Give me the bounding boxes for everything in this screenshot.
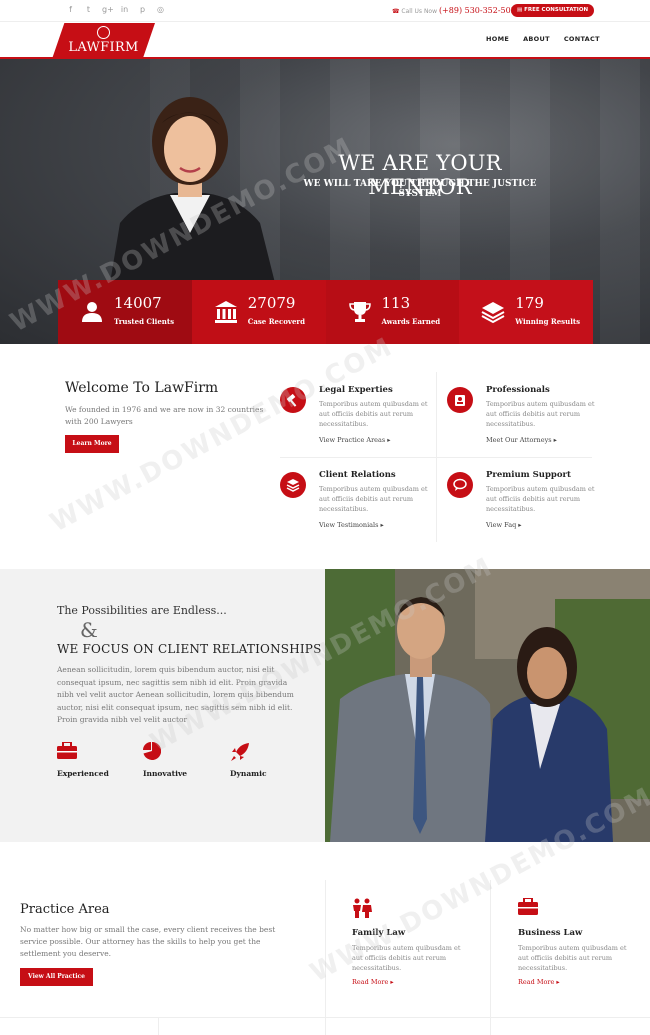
practice-text: No matter how big or small the case, eve… bbox=[20, 925, 276, 958]
pie-chart-icon bbox=[143, 742, 161, 760]
free-consultation-label: FREE CONSULTATION bbox=[524, 7, 589, 13]
lawyer-portrait-image bbox=[110, 97, 275, 283]
stat-label: Winning Results bbox=[515, 317, 581, 326]
section-title: WE FOCUS ON CLIENT RELATIONSHIPS bbox=[57, 642, 322, 656]
practice-area-title: Business Law bbox=[518, 928, 583, 938]
feature-text: Temporibus autem quibusdam et aut offici… bbox=[486, 400, 595, 428]
read-more-link[interactable]: Read More ▸ bbox=[352, 978, 394, 986]
feature-text: Temporibus autem quibusdam et aut offici… bbox=[319, 400, 428, 428]
stat-label: Case Recoverd bbox=[247, 317, 305, 326]
feature-icon-circle bbox=[280, 472, 306, 498]
calendar-icon: ▤ bbox=[517, 7, 523, 13]
call-us: ☎ Call Us Now (+89) 530-352-5027 bbox=[392, 6, 521, 15]
view-faq-link[interactable]: View Faq ▸ bbox=[486, 521, 522, 529]
feature-title: Professionals bbox=[486, 385, 550, 395]
stat-value: 179 bbox=[515, 294, 544, 312]
pillar-label: Experienced bbox=[57, 769, 109, 778]
client-relationships-section: The Possibilities are Endless... & WE FO… bbox=[0, 569, 325, 842]
linkedin-icon[interactable]: in bbox=[120, 5, 129, 14]
practice-area-text: Temporibus autem quibusdam et aut offici… bbox=[352, 944, 461, 972]
gavel-icon bbox=[286, 393, 297, 407]
feature-title: Legal Experties bbox=[319, 385, 393, 395]
view-all-practice-button[interactable]: View All Practice bbox=[20, 968, 93, 986]
stat-value: 14007 bbox=[114, 294, 162, 312]
stat-trusted-clients: 14007 Trusted Clients bbox=[58, 280, 192, 344]
family-icon bbox=[353, 898, 372, 918]
phone-icon: ☎ bbox=[392, 8, 400, 15]
pinterest-icon[interactable]: p bbox=[138, 5, 147, 14]
users-icon bbox=[82, 302, 102, 322]
site-header: LAWFIRM HOME ABOUT CONTACT bbox=[0, 22, 650, 59]
feature-icon-circle bbox=[447, 387, 473, 413]
meet-our-attorneys-link[interactable]: Meet Our Attorneys ▸ bbox=[486, 436, 557, 444]
welcome-text: We founded in 1976 and we are now in 32 … bbox=[65, 405, 264, 426]
dribbble-icon[interactable]: ◎ bbox=[156, 5, 165, 14]
practice-area-title: Family Law bbox=[352, 928, 406, 938]
social-links: f t g+ in p ◎ bbox=[66, 5, 165, 14]
feature-icon-circle bbox=[280, 387, 306, 413]
view-testimonials-link[interactable]: View Testimonials ▸ bbox=[319, 521, 384, 529]
briefcase-icon bbox=[518, 898, 538, 915]
stat-value: 27079 bbox=[247, 294, 296, 312]
feature-text: Temporibus autem quibusdam et aut offici… bbox=[486, 485, 595, 513]
layers-icon bbox=[481, 302, 505, 324]
person-icon bbox=[455, 395, 465, 406]
hero-banner: WE ARE YOUR MENTOR WE WILL TAKE YOU THRO… bbox=[0, 59, 650, 344]
divider bbox=[325, 880, 326, 1035]
rocket-icon bbox=[231, 743, 249, 761]
divider bbox=[490, 1017, 491, 1035]
divider bbox=[325, 1017, 326, 1035]
twitter-icon[interactable]: t bbox=[84, 5, 93, 14]
facebook-icon[interactable]: f bbox=[66, 5, 75, 14]
feature-text: Temporibus autem quibusdam et aut offici… bbox=[319, 485, 428, 513]
top-bar: f t g+ in p ◎ ☎ Call Us Now (+89) 530-35… bbox=[0, 0, 650, 22]
divider bbox=[280, 457, 592, 458]
section-text: Aenean sollicitudin, lorem quis bibendum… bbox=[57, 665, 294, 724]
attorneys-photo bbox=[325, 569, 650, 842]
google-plus-icon[interactable]: g+ bbox=[102, 5, 114, 14]
phone-number[interactable]: (+89) 530-352-5027 bbox=[439, 6, 521, 15]
divider bbox=[158, 1017, 159, 1035]
call-label: Call Us Now bbox=[401, 8, 438, 15]
main-nav: HOME ABOUT CONTACT bbox=[486, 35, 600, 43]
logo-text: LAWFIRM bbox=[68, 40, 139, 55]
stats-bar: 14007 Trusted Clients 27079 Case Recover… bbox=[58, 280, 593, 344]
chat-icon bbox=[453, 478, 467, 491]
briefcase-icon bbox=[57, 742, 77, 759]
stat-winning-results: 179 Winning Results bbox=[459, 280, 593, 344]
divider bbox=[490, 880, 491, 1035]
section-kicker: The Possibilities are Endless... bbox=[57, 604, 227, 617]
nav-contact[interactable]: CONTACT bbox=[564, 35, 600, 43]
feature-title: Client Relations bbox=[319, 470, 396, 480]
read-more-link[interactable]: Read More ▸ bbox=[518, 978, 560, 986]
courthouse-icon bbox=[214, 301, 237, 323]
stat-case-recovered: 27079 Case Recoverd bbox=[191, 280, 326, 344]
nav-home[interactable]: HOME bbox=[486, 35, 509, 43]
view-practice-areas-link[interactable]: View Practice Areas ▸ bbox=[319, 436, 391, 444]
nav-about[interactable]: ABOUT bbox=[523, 35, 550, 43]
stat-awards-earned: 113 Awards Earned bbox=[325, 280, 460, 344]
stat-label: Trusted Clients bbox=[114, 317, 175, 326]
stat-label: Awards Earned bbox=[381, 317, 441, 326]
trophy-icon bbox=[348, 302, 371, 322]
feature-icon-circle bbox=[447, 472, 473, 498]
free-consultation-button[interactable]: ▤ FREE CONSULTATION bbox=[511, 4, 595, 17]
pillar-label: Dynamic bbox=[230, 769, 267, 778]
practice-area-text: Temporibus autem quibusdam et aut offici… bbox=[518, 944, 627, 972]
database-icon bbox=[286, 479, 300, 492]
welcome-title: Welcome To LawFirm bbox=[65, 380, 219, 396]
learn-more-button[interactable]: Learn More bbox=[65, 435, 119, 453]
ampersand: & bbox=[80, 618, 98, 642]
pillar-label: Innovative bbox=[143, 769, 188, 778]
logo[interactable]: LAWFIRM bbox=[52, 23, 155, 59]
courthouse-logo-icon bbox=[97, 26, 110, 39]
hero-subtitle: WE WILL TAKE YOU THROUGH THE JUSTICE SYS… bbox=[303, 179, 537, 199]
stat-value: 113 bbox=[381, 294, 411, 312]
feature-title: Premium Support bbox=[486, 470, 571, 480]
practice-title: Practice Area bbox=[20, 902, 110, 917]
